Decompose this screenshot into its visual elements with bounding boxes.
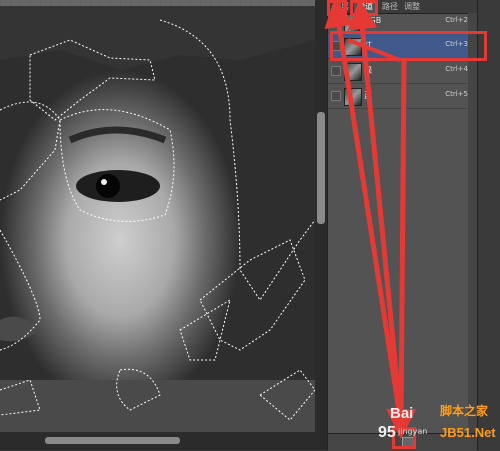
eye-highlight xyxy=(101,179,107,185)
selection-path xyxy=(199,239,306,351)
channel-shortcut: Ctrl+2 xyxy=(445,16,468,24)
channel-name: RGB xyxy=(364,16,382,25)
watermark-jingyan: jingyan xyxy=(398,427,428,436)
channels-panel: 图层 通道 路径 调整 RGB Ctrl+2 红 Ctrl+3 绿 Ctrl+4… xyxy=(327,0,478,451)
highlight-layers-tab xyxy=(327,0,347,16)
channel-shortcut: Ctrl+5 xyxy=(445,90,468,98)
highlight-red-channel xyxy=(330,31,487,61)
selection-overlay xyxy=(0,0,315,432)
selection-path xyxy=(59,109,175,222)
watermark-site-name: 脚本之家 xyxy=(440,404,489,418)
panel-dock-strip xyxy=(477,0,500,450)
channel-thumbnail xyxy=(344,88,362,106)
vertical-scrollbar[interactable] xyxy=(315,0,327,432)
selection-path xyxy=(0,101,61,201)
channel-thumbnail xyxy=(344,14,362,32)
channel-thumbnail xyxy=(344,63,362,81)
iris xyxy=(96,174,120,198)
visibility-toggle[interactable] xyxy=(331,17,341,27)
scroll-thumb[interactable] xyxy=(317,112,325,224)
document-canvas[interactable] xyxy=(0,0,315,432)
selection-path xyxy=(159,19,315,301)
visibility-toggle[interactable] xyxy=(331,66,341,76)
channel-name: 绿 xyxy=(364,66,372,75)
highlight-channels-tab xyxy=(350,0,378,16)
watermark-domain: JB51.Net xyxy=(440,425,496,440)
visibility-toggle[interactable] xyxy=(331,91,341,101)
eyebrow xyxy=(68,126,167,144)
marching-ants xyxy=(0,19,315,421)
channel-row-blue[interactable]: 蓝 Ctrl+5 xyxy=(328,84,478,109)
watermark: Bai 脚本之家 jingyan JB51.Net xyxy=(390,396,500,450)
hair-shadow xyxy=(0,0,315,70)
lips xyxy=(0,316,40,342)
watermark-baidu: Bai xyxy=(390,405,414,422)
channel-name: 蓝 xyxy=(364,91,372,100)
channel-shortcut: Ctrl+4 xyxy=(445,65,468,73)
channel-row-green[interactable]: 绿 Ctrl+4 xyxy=(328,59,478,84)
scroll-thumb[interactable] xyxy=(45,437,180,444)
horizontal-scrollbar[interactable] xyxy=(0,432,327,450)
